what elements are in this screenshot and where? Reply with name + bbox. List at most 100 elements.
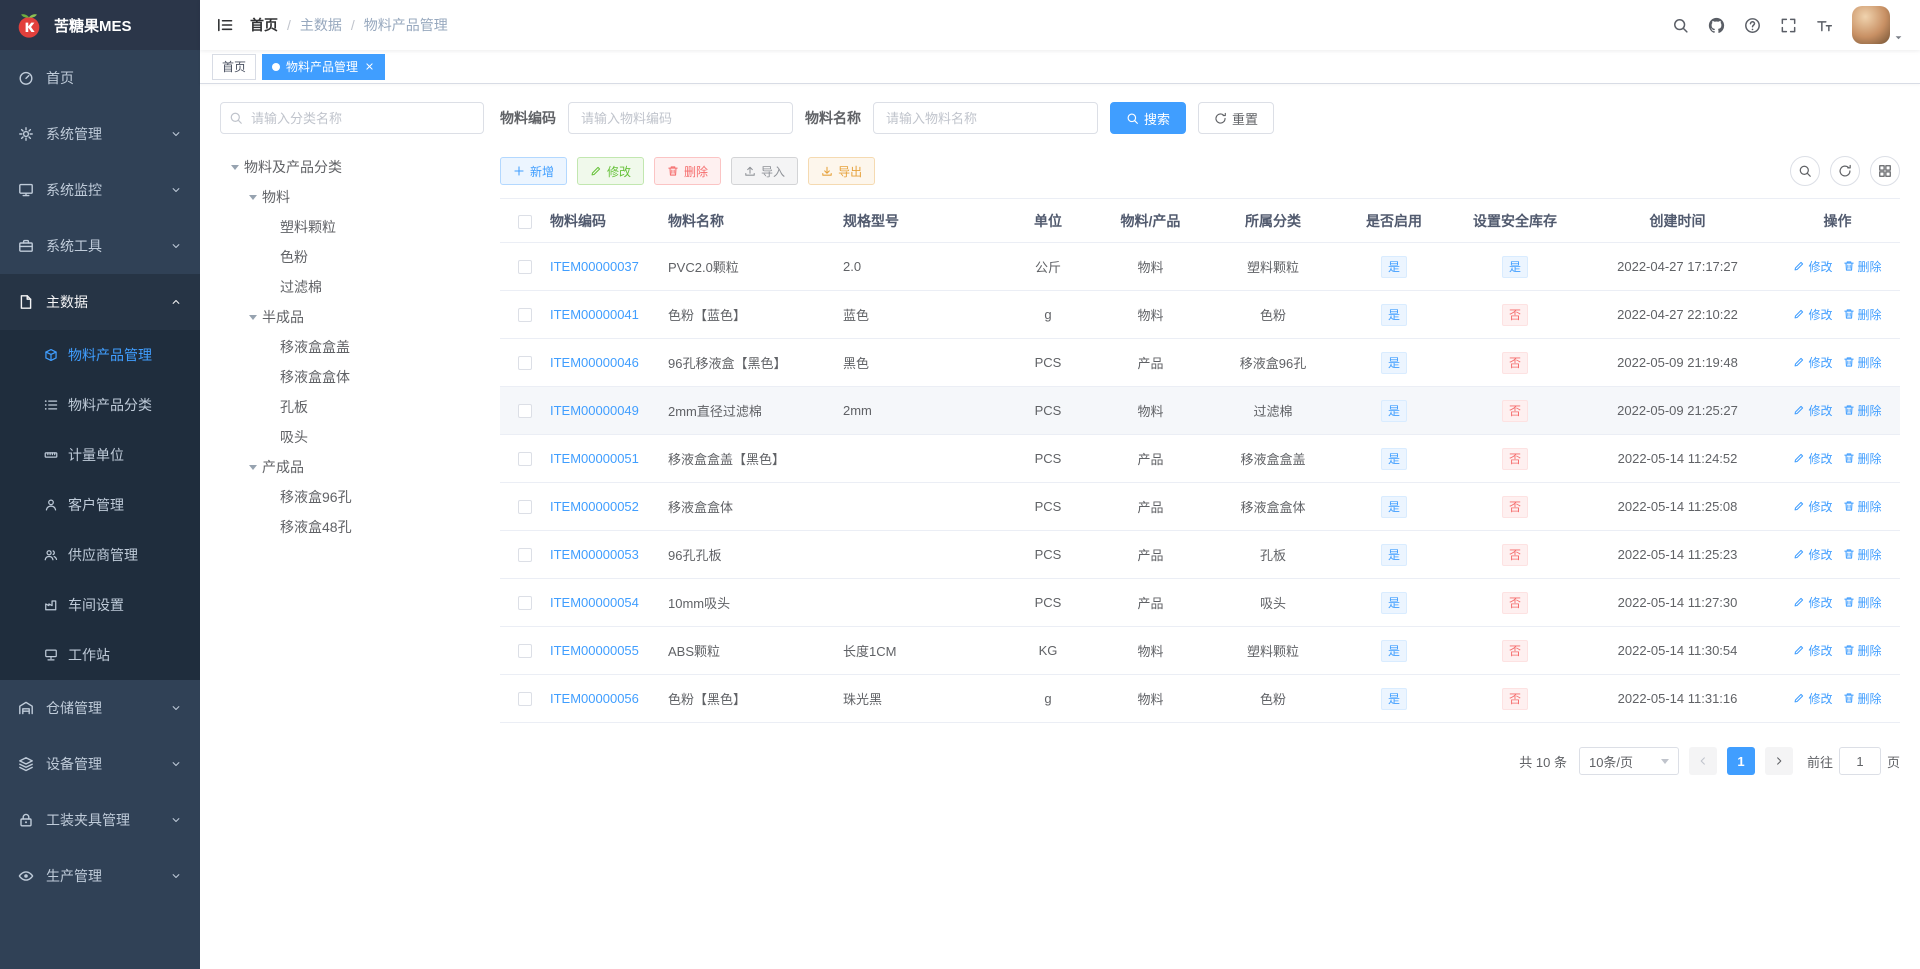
tree-node[interactable]: 产成品 [220, 452, 484, 482]
breadcrumb-item[interactable]: 主数据 [300, 15, 342, 35]
search-button[interactable] [1662, 0, 1698, 50]
row-delete-link[interactable]: 删除 [1843, 690, 1882, 707]
row-edit-link[interactable]: 修改 [1793, 642, 1833, 659]
sidebar-item[interactable]: 主数据 [0, 274, 200, 330]
row-checkbox[interactable] [518, 644, 532, 659]
item-code-link[interactable]: ITEM00000041 [550, 307, 639, 322]
breadcrumb-item[interactable]: 首页 [250, 15, 278, 35]
page-size-select[interactable]: 10条/页 [1578, 747, 1679, 775]
item-code-link[interactable]: ITEM00000053 [550, 547, 639, 562]
tree-node[interactable]: 移液盒盒盖 [220, 332, 484, 362]
item-code-link[interactable]: ITEM00000046 [550, 355, 639, 370]
row-edit-link[interactable]: 修改 [1793, 594, 1833, 611]
item-code-link[interactable]: ITEM00000051 [550, 451, 639, 466]
row-delete-link[interactable]: 删除 [1843, 354, 1882, 371]
tree-node[interactable]: 移液盒96孔 [220, 482, 484, 512]
row-checkbox[interactable] [518, 260, 532, 275]
row-delete-link[interactable]: 删除 [1843, 594, 1882, 611]
item-code-input[interactable] [568, 102, 793, 134]
tree-node[interactable]: 半成品 [220, 302, 484, 332]
row-edit-link[interactable]: 修改 [1793, 402, 1833, 419]
sidebar-subitem[interactable]: 客户管理 [0, 480, 200, 530]
tree-node[interactable]: 孔板 [220, 392, 484, 422]
tree-node[interactable]: 移液盒盒体 [220, 362, 484, 392]
select-all-checkbox[interactable] [518, 214, 532, 229]
row-edit-link[interactable]: 修改 [1793, 258, 1833, 275]
caret-down-icon[interactable] [244, 458, 262, 476]
user-menu[interactable] [1852, 6, 1904, 44]
sidebar-subitem[interactable]: 供应商管理 [0, 530, 200, 580]
app-logo[interactable]: 苦糖果MES [0, 0, 200, 50]
row-delete-link[interactable]: 删除 [1843, 642, 1882, 659]
edit-button[interactable]: 修改 [577, 157, 645, 185]
item-code-link[interactable]: ITEM00000056 [550, 691, 639, 706]
caret-down-icon[interactable] [244, 308, 262, 326]
caret-down-icon[interactable] [244, 188, 262, 206]
row-delete-link[interactable]: 删除 [1843, 498, 1882, 515]
import-button[interactable]: 导入 [731, 157, 799, 185]
sidebar-item[interactable]: 系统管理 [0, 106, 200, 162]
tree-node[interactable]: 移液盒48孔 [220, 512, 484, 542]
hamburger-button[interactable] [200, 0, 250, 50]
fullscreen-button[interactable] [1770, 0, 1806, 50]
row-delete-link[interactable]: 删除 [1843, 258, 1882, 275]
tab-item[interactable]: 物料产品管理 [262, 53, 386, 80]
item-code-link[interactable]: ITEM00000037 [550, 259, 639, 274]
row-edit-link[interactable]: 修改 [1793, 546, 1833, 563]
item-code-link[interactable]: ITEM00000049 [550, 403, 639, 418]
add-button[interactable]: 新增 [500, 157, 568, 185]
row-edit-link[interactable]: 修改 [1793, 690, 1833, 707]
prev-page-button[interactable] [1688, 747, 1717, 775]
tree-node[interactable]: 物料 [220, 182, 484, 212]
sidebar-item[interactable]: 仓储管理 [0, 680, 200, 736]
sidebar-subitem[interactable]: 物料产品管理 [0, 330, 200, 380]
next-page-button[interactable] [1764, 747, 1793, 775]
search-button[interactable]: 搜索 [1110, 102, 1187, 134]
grid-circle-button[interactable] [1870, 156, 1900, 186]
avatar[interactable] [1852, 6, 1890, 44]
question-button[interactable] [1734, 0, 1770, 50]
item-code-link[interactable]: ITEM00000055 [550, 643, 639, 658]
row-delete-link[interactable]: 删除 [1843, 450, 1882, 467]
tree-node[interactable]: 过滤棉 [220, 272, 484, 302]
tree-node[interactable]: 吸头 [220, 422, 484, 452]
row-delete-link[interactable]: 删除 [1843, 306, 1882, 323]
caret-down-icon[interactable] [226, 158, 244, 176]
row-edit-link[interactable]: 修改 [1793, 354, 1833, 371]
tree-node[interactable]: 塑料颗粒 [220, 212, 484, 242]
tab-item[interactable]: 首页 [212, 53, 257, 80]
sidebar-subitem[interactable]: 车间设置 [0, 580, 200, 630]
row-delete-link[interactable]: 删除 [1843, 402, 1882, 419]
row-checkbox[interactable] [518, 452, 532, 467]
sidebar-subitem[interactable]: 工作站 [0, 630, 200, 680]
sidebar-item[interactable]: 系统监控 [0, 162, 200, 218]
row-edit-link[interactable]: 修改 [1793, 306, 1833, 323]
row-checkbox[interactable] [518, 548, 532, 563]
sidebar-item[interactable]: 系统工具 [0, 218, 200, 274]
refresh-circle-button[interactable] [1830, 156, 1860, 186]
goto-input[interactable] [1838, 747, 1881, 775]
row-checkbox[interactable] [518, 596, 532, 611]
sidebar-subitem[interactable]: 物料产品分类 [0, 380, 200, 430]
row-checkbox[interactable] [518, 404, 532, 419]
search-circle-button[interactable] [1790, 156, 1820, 186]
sidebar-item[interactable]: 首页 [0, 50, 200, 106]
tree-node[interactable]: 色粉 [220, 242, 484, 272]
category-search-input[interactable] [220, 102, 484, 134]
github-button[interactable] [1698, 0, 1734, 50]
item-name-input[interactable] [873, 102, 1098, 134]
sidebar-subitem[interactable]: 计量单位 [0, 430, 200, 480]
row-checkbox[interactable] [518, 356, 532, 371]
row-delete-link[interactable]: 删除 [1843, 546, 1882, 563]
item-code-link[interactable]: ITEM00000052 [550, 499, 639, 514]
page-button-1[interactable]: 1 [1726, 747, 1755, 775]
sidebar-item[interactable]: 工装夹具管理 [0, 792, 200, 848]
row-checkbox[interactable] [518, 500, 532, 515]
item-code-link[interactable]: ITEM00000054 [550, 595, 639, 610]
row-edit-link[interactable]: 修改 [1793, 498, 1833, 515]
export-button[interactable]: 导出 [808, 157, 876, 185]
sidebar-item[interactable]: 设备管理 [0, 736, 200, 792]
delete-button[interactable]: 删除 [654, 157, 722, 185]
tree-node[interactable]: 物料及产品分类 [220, 152, 484, 182]
row-checkbox[interactable] [518, 692, 532, 707]
